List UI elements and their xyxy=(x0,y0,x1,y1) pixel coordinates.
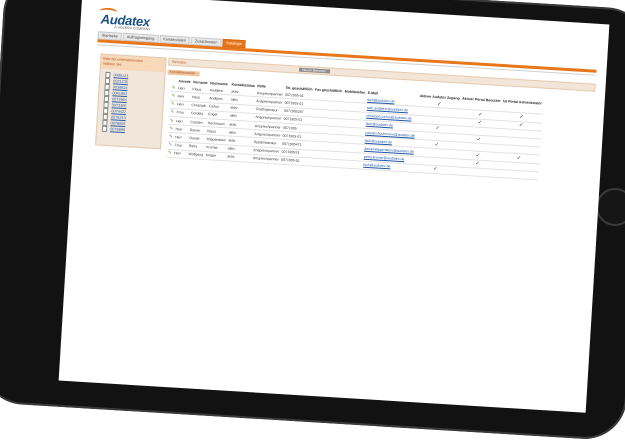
panel-title: Benutzer xyxy=(172,59,187,65)
sidebar-link[interactable]: 0072664 xyxy=(112,97,127,102)
sidebar-link[interactable]: 0078899 xyxy=(110,127,125,132)
cell-empty xyxy=(456,166,498,178)
sidebar-checkbox[interactable] xyxy=(101,126,108,132)
cell-tel: 0071905-01 xyxy=(279,155,310,166)
cell-fax xyxy=(309,157,340,168)
cell-empty xyxy=(497,169,539,180)
tablet-screen: Audatex A SOLERA COMPANY Startseite Auft… xyxy=(58,0,610,413)
sidebar-checkbox[interactable] xyxy=(102,120,108,126)
sidebar-checkbox[interactable] xyxy=(103,96,110,102)
sidebar-link[interactable]: 0078005 xyxy=(110,121,125,126)
cell-nachname: Krüger xyxy=(204,151,227,161)
sidebar-checkbox[interactable] xyxy=(105,72,111,78)
logo-swoosh-icon xyxy=(98,7,118,17)
contacts-subheader: Kontaktpersonen xyxy=(167,69,200,77)
sidebar-checkbox[interactable] xyxy=(103,102,109,108)
cell-vorname: Wolfgang xyxy=(187,150,205,160)
sidebar: Bitte bei untenstehenden Wählen Sie 0000… xyxy=(95,53,167,150)
logo-subtitle: A SOLERA COMPANY xyxy=(114,25,151,32)
cell-rolle: Ansprechpartner xyxy=(251,154,281,164)
new-user-button[interactable]: Neuen Benutzer xyxy=(298,67,330,74)
sidebar-list: 0000123 0021235 0036624 0041053 0072664 … xyxy=(97,72,165,136)
sidebar-link[interactable]: 0000123 xyxy=(113,73,128,78)
sidebar-link[interactable]: 0076313 xyxy=(111,115,126,120)
sidebar-checkbox[interactable] xyxy=(104,78,111,84)
contacts-table: Anrede Vorname Nachname Kontaktstatus Ro… xyxy=(166,77,543,180)
sidebar-checkbox[interactable] xyxy=(103,108,109,114)
main-content: Benutzer Neuen Benutzer Kontaktpersonen … xyxy=(162,57,596,184)
sidebar-header: Bitte bei untenstehenden Wählen Sie xyxy=(100,54,166,73)
audatex-logo: Audatex A SOLERA COMPANY xyxy=(98,7,151,32)
checkmark-icon: ✓ xyxy=(413,164,457,175)
sidebar-link[interactable]: 0073305 xyxy=(112,103,127,108)
sidebar-link[interactable]: 0021235 xyxy=(113,79,128,84)
sidebar-checkbox[interactable] xyxy=(104,90,110,96)
sidebar-link[interactable]: 0036624 xyxy=(113,85,128,90)
audatex-app: Audatex A SOLERA COMPANY Startseite Auft… xyxy=(59,0,610,413)
cell-anrede: Herr xyxy=(172,149,188,159)
cell-mobile xyxy=(338,159,363,170)
sidebar-link[interactable]: 0074422 xyxy=(111,109,126,114)
sidebar-checkbox[interactable] xyxy=(104,84,110,90)
cell-status: aktiv xyxy=(225,152,252,163)
sidebar-checkbox[interactable] xyxy=(102,114,109,120)
sidebar-link[interactable]: 0041053 xyxy=(112,91,127,96)
